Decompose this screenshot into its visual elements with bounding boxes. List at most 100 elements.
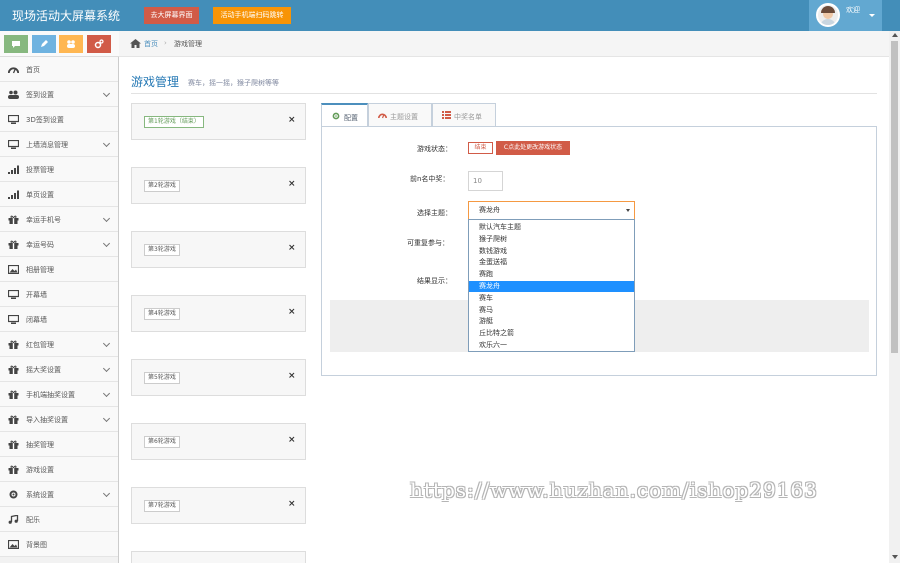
- sidebar-item[interactable]: 系统设置: [0, 482, 118, 507]
- repeat-label: 可重复参与：: [407, 239, 449, 247]
- breadcrumb-current: 游戏管理: [174, 40, 202, 48]
- picture-icon: [8, 265, 19, 274]
- sidebar-item-label: 闭幕墙: [26, 316, 47, 324]
- game-round-card[interactable]: 第7轮游戏 ×: [131, 487, 306, 524]
- user-menu[interactable]: 欢迎: [809, 0, 882, 31]
- sidebar-item-label: 红包管理: [26, 341, 54, 349]
- top-navbar: 现场活动大屏幕系统 去大屏幕界面 活动手机端扫码跳转 欢迎: [0, 0, 900, 31]
- chevron-down-icon: [102, 139, 111, 148]
- scroll-up-arrow[interactable]: [892, 33, 898, 37]
- sidebar-item-label: 手机端抽奖设置: [26, 391, 75, 399]
- game-round-card[interactable]: 第4轮游戏 ×: [131, 295, 306, 332]
- game-round-label: 第2轮游戏: [144, 180, 180, 192]
- theme-option[interactable]: 赛马: [469, 305, 634, 316]
- pencil-icon: [41, 40, 48, 47]
- close-icon[interactable]: ×: [288, 307, 296, 317]
- sidebar-item[interactable]: 配乐: [0, 507, 118, 532]
- picture-icon: [8, 540, 19, 549]
- avatar: [816, 3, 840, 27]
- sidebar-shortcuts: [0, 31, 119, 57]
- change-status-button[interactable]: C点此处更改游戏状态: [496, 141, 570, 155]
- sidebar-item-label: 签到设置: [26, 91, 54, 99]
- close-icon[interactable]: ×: [288, 371, 296, 381]
- sidebar-item-label: 背景图: [26, 541, 47, 549]
- game-round-card[interactable]: 第3轮游戏 ×: [131, 231, 306, 268]
- sidebar-item[interactable]: 开幕墙: [0, 282, 118, 307]
- close-icon[interactable]: ×: [288, 115, 296, 125]
- chevron-down-icon: [102, 389, 111, 398]
- theme-option[interactable]: 金蛋送福: [469, 257, 634, 268]
- game-round-card[interactable]: 第6轮游戏 ×: [131, 423, 306, 460]
- theme-option[interactable]: 赛跑: [469, 269, 634, 280]
- winners-label: 前n名中奖：: [410, 175, 450, 183]
- sidebar-item[interactable]: 投票管理: [0, 157, 118, 182]
- winners-count-input[interactable]: 10: [468, 171, 503, 191]
- sidebar-item[interactable]: 摇大奖设置: [0, 357, 118, 382]
- tab-theme[interactable]: 主题设置: [368, 103, 432, 127]
- theme-option[interactable]: 猴子爬树: [469, 234, 634, 245]
- home-icon: [130, 39, 141, 48]
- shortcut-users-button[interactable]: [59, 35, 83, 53]
- scroll-thumb[interactable]: [891, 41, 898, 353]
- tab-winners[interactable]: 中奖名单: [432, 103, 496, 127]
- sidebar-item[interactable]: 闭幕墙: [0, 307, 118, 332]
- comment-icon: [12, 41, 20, 48]
- sidebar-item[interactable]: 幸运号码: [0, 232, 118, 257]
- gift-icon: [8, 215, 19, 224]
- theme-option[interactable]: 赛车: [469, 293, 634, 304]
- close-icon[interactable]: ×: [288, 435, 296, 445]
- page-subtitle: 赛车，摇一摇，猴子爬树等等: [188, 79, 279, 87]
- sidebar-item-label: 游戏设置: [26, 466, 54, 474]
- phone-link-button[interactable]: 活动手机端扫码跳转: [213, 7, 291, 24]
- scroll-down-arrow[interactable]: [892, 555, 898, 559]
- gift-icon: [8, 440, 19, 449]
- sidebar-item-label: 3D签到设置: [26, 116, 64, 124]
- header-divider: [131, 93, 877, 94]
- sidebar-item[interactable]: 红包管理: [0, 332, 118, 357]
- big-screen-button[interactable]: 去大屏幕界面: [144, 7, 199, 24]
- sidebar-item[interactable]: 首页: [0, 57, 118, 82]
- theme-option[interactable]: 赛龙舟: [469, 281, 634, 292]
- shortcut-edit-button[interactable]: [32, 35, 56, 53]
- game-round-card[interactable]: [131, 551, 306, 563]
- theme-select[interactable]: 赛龙舟: [468, 201, 635, 220]
- theme-dropdown-list: 默认汽车主题 猴子爬树 数钱游戏 金蛋送福 赛跑 赛龙舟 赛车 赛马 游艇 丘比特之箭 欢乐六一: [468, 219, 635, 352]
- desktop-icon: [8, 315, 19, 324]
- sidebar-item[interactable]: 上墙消息管理: [0, 132, 118, 157]
- shortcut-comment-button[interactable]: [4, 35, 28, 53]
- gift-icon: [8, 390, 19, 399]
- chevron-down-icon: [102, 89, 111, 98]
- close-icon[interactable]: ×: [288, 243, 296, 253]
- close-icon[interactable]: ×: [288, 499, 296, 509]
- theme-option[interactable]: 欢乐六一: [469, 340, 634, 351]
- sidebar-item[interactable]: 背景图: [0, 532, 118, 557]
- breadcrumb-home-link[interactable]: 首页: [144, 39, 158, 49]
- page-scrollbar[interactable]: [889, 31, 900, 563]
- sidebar-item[interactable]: 幸运手机号: [0, 207, 118, 232]
- sidebar-item[interactable]: 相册管理: [0, 257, 118, 282]
- sidebar-item[interactable]: 签到设置: [0, 82, 118, 107]
- sidebar-item[interactable]: 游戏设置: [0, 457, 118, 482]
- sidebar-item[interactable]: 手机端抽奖设置: [0, 382, 118, 407]
- theme-option[interactable]: 默认汽车主题: [469, 222, 634, 233]
- theme-option[interactable]: 数钱游戏: [469, 246, 634, 257]
- sidebar-item[interactable]: 3D签到设置: [0, 107, 118, 132]
- breadcrumb: 首页 › 游戏管理: [119, 31, 889, 57]
- game-round-card[interactable]: 第1轮游戏（结束） ×: [131, 103, 306, 140]
- game-round-card[interactable]: 第5轮游戏 ×: [131, 359, 306, 396]
- watermark: https://www.huzhan.com/ishop29163: [410, 478, 818, 502]
- tab-config[interactable]: 配置: [321, 103, 368, 127]
- sidebar-item[interactable]: 抽奖管理: [0, 432, 118, 457]
- result-label: 结果显示：: [417, 277, 452, 285]
- theme-option[interactable]: 游艇: [469, 316, 634, 327]
- sidebar-item[interactable]: 单页设置: [0, 182, 118, 207]
- sidebar-item-label: 导入抽奖设置: [26, 416, 68, 424]
- shortcut-settings-button[interactable]: [87, 35, 111, 53]
- game-round-label: 第4轮游戏: [144, 308, 180, 320]
- theme-option[interactable]: 丘比特之箭: [469, 328, 634, 339]
- sidebar-item[interactable]: 导入抽奖设置: [0, 407, 118, 432]
- game-round-card[interactable]: 第2轮游戏 ×: [131, 167, 306, 204]
- close-icon[interactable]: ×: [288, 179, 296, 189]
- brand-title: 现场活动大屏幕系统: [12, 9, 121, 23]
- sidebar-item-label: 上墙消息管理: [26, 141, 68, 149]
